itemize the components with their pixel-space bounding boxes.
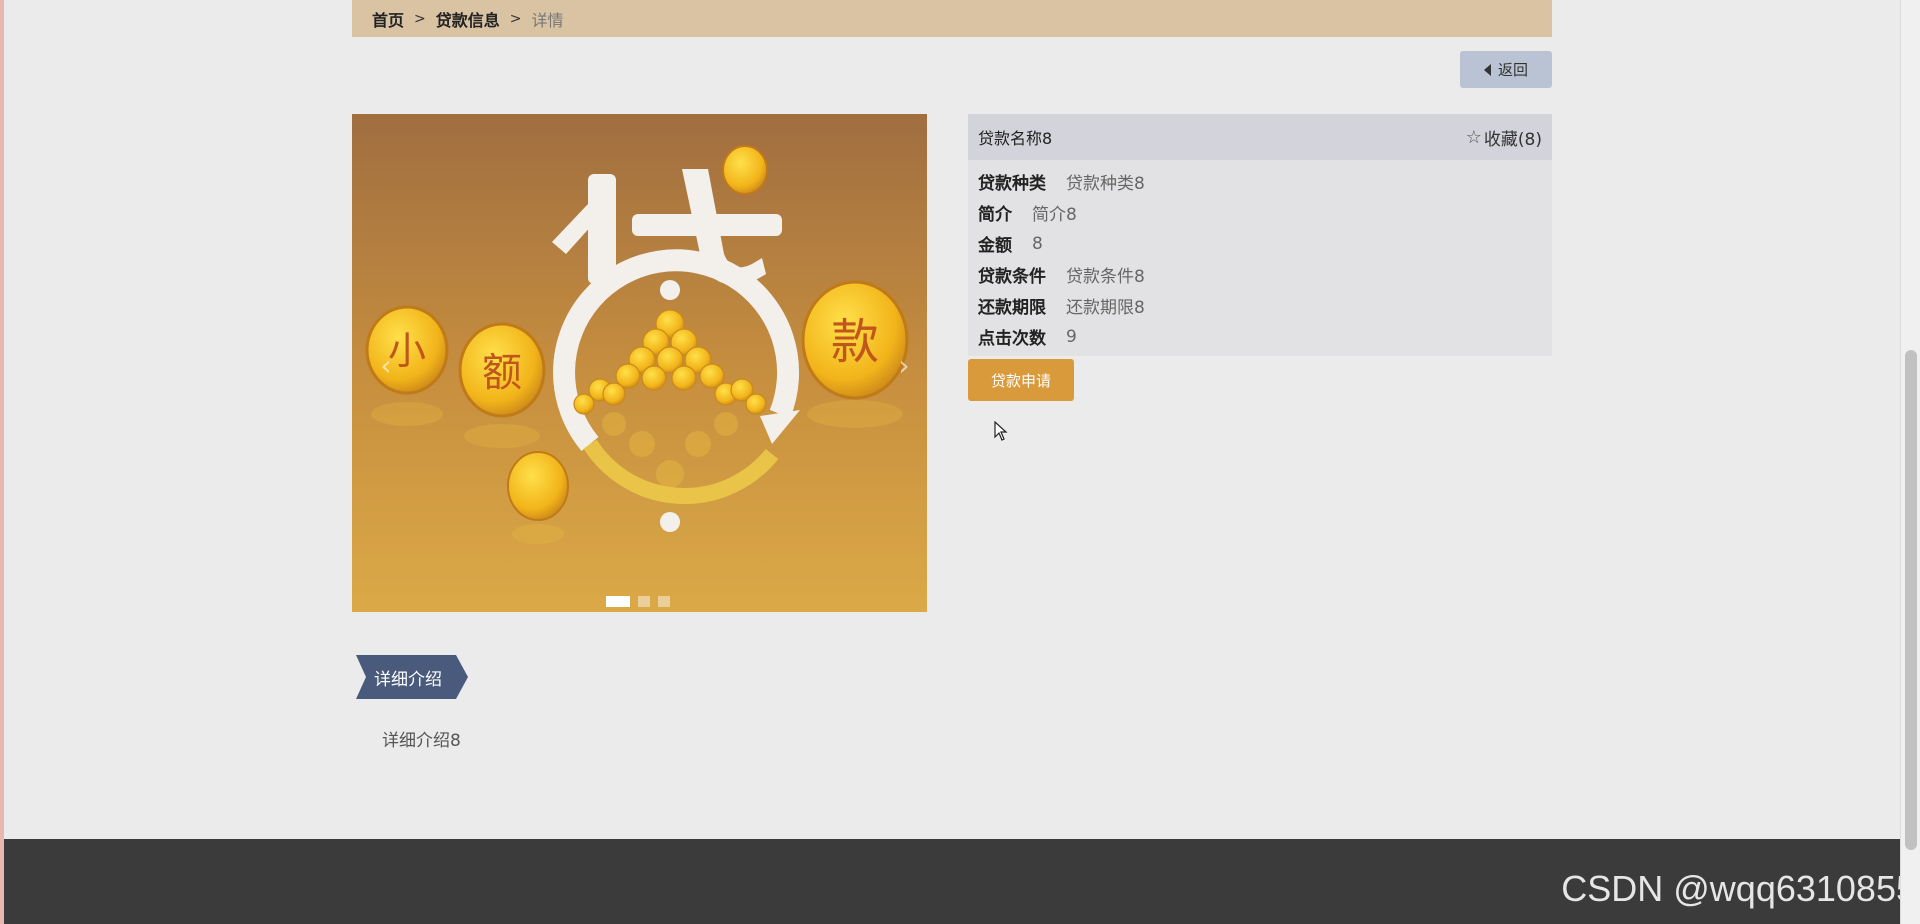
field-key: 贷款种类 (978, 174, 1046, 194)
field-value: 贷款条件8 (1066, 267, 1145, 287)
slider-dot[interactable] (638, 596, 650, 607)
back-button[interactable]: 返回 (1460, 51, 1552, 88)
field-row: 贷款种类 贷款种类8 (978, 166, 1542, 197)
window-edge (0, 0, 4, 924)
field-key: 贷款条件 (978, 267, 1046, 287)
breadcrumb-loan-info[interactable]: 贷款信息 (436, 7, 500, 31)
field-value: 贷款种类8 (1066, 174, 1145, 194)
product-name: 贷款名称8 (978, 129, 1053, 148)
apply-loan-button[interactable]: 贷款申请 (968, 359, 1074, 401)
back-row: 返回 (1460, 51, 1552, 88)
field-value: 简介8 (1032, 205, 1077, 225)
slider-dots (606, 596, 670, 607)
favorite-button[interactable]: ☆ 收藏(8) (1466, 125, 1542, 150)
field-key: 点击次数 (978, 329, 1046, 349)
vertical-scrollbar[interactable] (1900, 0, 1920, 924)
svg-text:款: 款 (831, 314, 879, 370)
breadcrumb-separator: > (509, 10, 522, 27)
product-info-panel: 贷款名称8 ☆ 收藏(8) 贷款种类 贷款种类8 简介 简介8 金额 8 贷款条… (968, 114, 1552, 356)
field-value: 9 (1066, 326, 1077, 347)
favorite-label: 收藏(8) (1483, 129, 1542, 150)
field-key: 金额 (978, 236, 1012, 256)
slider-dot[interactable] (658, 596, 670, 607)
breadcrumb: 首页 > 贷款信息 > 详情 (352, 0, 1552, 37)
field-key: 还款期限 (978, 298, 1046, 318)
main-container: 首页 > 贷款信息 > 详情 返回 小 额 款 ‹ › 贷款名称8 ☆ 收藏(8… (352, 0, 1552, 751)
watermark: CSDN @wqq6310855 (1561, 868, 1916, 909)
field-value: 8 (1032, 233, 1043, 254)
chevron-left-icon[interactable]: ‹ (374, 345, 398, 385)
back-button-label: 返回 (1497, 61, 1528, 79)
field-row: 金额 8 (978, 228, 1542, 259)
breadcrumb-home[interactable]: 首页 (372, 7, 404, 31)
breadcrumb-current: 详情 (531, 10, 564, 30)
field-row: 还款期限 还款期限8 (978, 290, 1542, 321)
mouse-cursor-icon (994, 421, 1008, 441)
loan-image: 小 额 款 (352, 114, 927, 612)
star-outline-icon: ☆ (1465, 126, 1482, 148)
field-row: 简介 简介8 (978, 197, 1542, 228)
details-content: 详细介绍8 (382, 731, 461, 751)
image-slider[interactable]: 小 额 款 (352, 114, 927, 612)
chevron-right-icon[interactable]: › (892, 345, 916, 385)
field-value: 还款期限8 (1066, 298, 1145, 318)
slider-dot[interactable] (606, 596, 630, 607)
field-key: 简介 (978, 205, 1012, 225)
field-row: 贷款条件 贷款条件8 (978, 259, 1542, 290)
caret-left-icon (1483, 63, 1491, 76)
svg-text:额: 额 (482, 350, 522, 396)
tab-details-label: 详细介绍 (374, 669, 442, 690)
breadcrumb-separator: > (414, 10, 426, 27)
product-fields: 贷款种类 贷款种类8 简介 简介8 金额 8 贷款条件 贷款条件8 还款期限 还… (968, 160, 1552, 356)
product-header: 贷款名称8 ☆ 收藏(8) (968, 114, 1552, 160)
scrollbar-thumb[interactable] (1905, 350, 1917, 850)
tab-details[interactable]: 详细介绍 (356, 655, 468, 699)
field-row: 点击次数 9 (978, 321, 1542, 352)
